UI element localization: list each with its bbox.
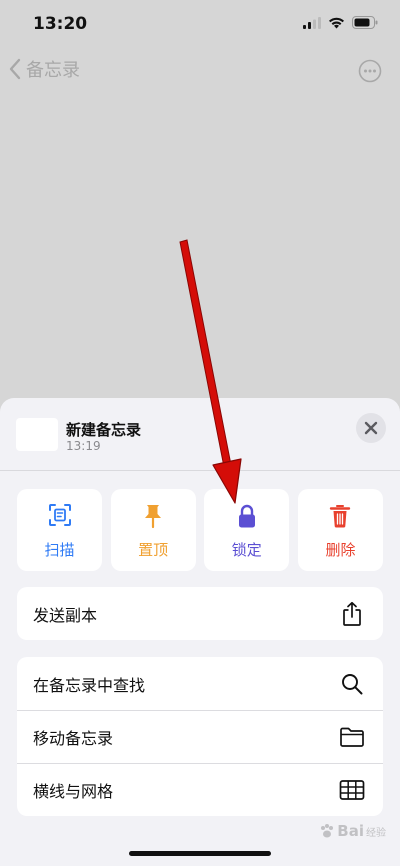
find-in-note-label: 在备忘录中查找 (33, 675, 146, 695)
delete-label: 删除 (325, 541, 356, 559)
note-time: 13:19 (66, 439, 101, 453)
lock-button[interactable]: 锁定 (204, 489, 290, 571)
back-label: 备忘录 (26, 60, 80, 81)
more-icon (358, 59, 382, 83)
note-thumbnail (16, 418, 58, 451)
nav-bar: 备忘录 (0, 52, 400, 92)
trash-icon (330, 505, 351, 528)
battery-icon (352, 16, 378, 29)
send-copy-label: 发送副本 (33, 605, 98, 625)
menu-group: 在备忘录中查找 移动备忘录 横线与网格 (17, 657, 383, 816)
close-icon (364, 421, 378, 435)
action-sheet: 新建备忘录 13:19 扫描 置顶 锁定 删除 发送副本 在备忘录中查找 移动备… (0, 398, 400, 866)
back-button[interactable]: 备忘录 (8, 56, 80, 82)
wifi-icon (329, 17, 344, 28)
scan-label: 扫描 (44, 541, 75, 559)
watermark-text: Bai (337, 822, 364, 840)
lines-grids-label: 横线与网格 (33, 782, 114, 801)
scan-icon (48, 504, 71, 526)
search-icon (342, 673, 363, 694)
cellular-signal-icon (303, 16, 321, 29)
pin-icon (145, 505, 162, 529)
watermark: Bai 经验 (319, 822, 386, 840)
home-indicator (129, 851, 271, 856)
quick-actions: 扫描 置顶 锁定 删除 (17, 489, 383, 571)
watermark-sub: 经验 (366, 827, 386, 839)
status-icons (303, 16, 378, 29)
sheet-header: 新建备忘录 13:19 (0, 398, 400, 471)
pin-label: 置顶 (138, 541, 169, 559)
move-note-row[interactable]: 移动备忘录 (17, 710, 383, 763)
paw-logo-icon (321, 824, 334, 838)
pin-button[interactable]: 置顶 (110, 489, 196, 571)
send-copy-row[interactable]: 发送副本 (17, 587, 383, 640)
lock-label: 锁定 (231, 541, 262, 559)
status-time: 13:20 (33, 14, 88, 34)
lock-icon (238, 504, 255, 528)
more-button[interactable] (358, 59, 382, 83)
delete-button[interactable]: 删除 (297, 489, 383, 571)
scan-button[interactable]: 扫描 (17, 489, 102, 571)
status-bar: 13:20 (0, 0, 400, 50)
close-button[interactable] (356, 413, 386, 443)
share-icon (343, 601, 361, 626)
folder-icon (340, 727, 364, 747)
lines-grids-row[interactable]: 横线与网格 (17, 763, 383, 816)
find-in-note-row[interactable]: 在备忘录中查找 (17, 657, 383, 710)
note-title: 新建备忘录 (66, 421, 142, 439)
chevron-left-icon (9, 58, 21, 80)
grid-icon (339, 780, 365, 800)
send-copy-group: 发送副本 (17, 587, 383, 640)
move-note-label: 移动备忘录 (33, 729, 114, 748)
